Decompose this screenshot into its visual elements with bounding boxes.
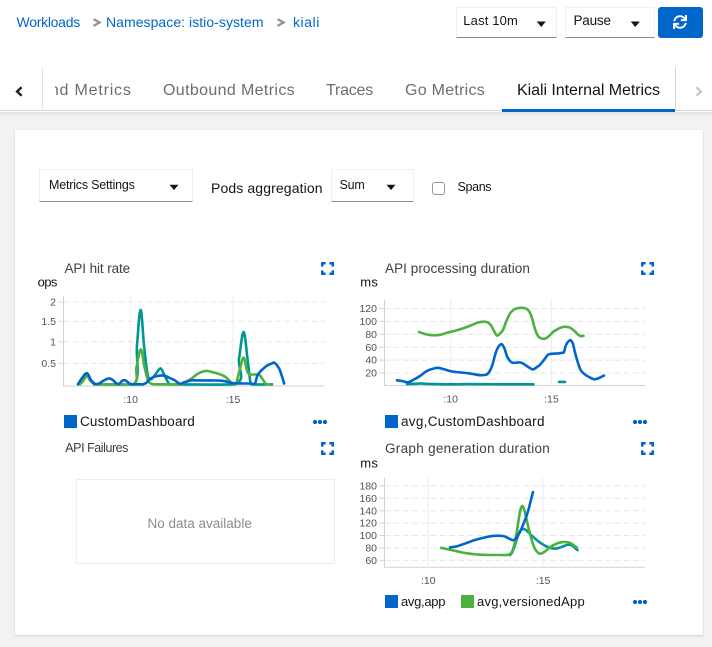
svg-text:0.5: 0.5 [41,358,56,370]
svg-text:ms: ms [360,276,378,290]
svg-text:40: 40 [365,355,377,367]
svg-text::10: :10 [443,394,458,406]
svg-text:ops: ops [38,276,58,290]
svg-text:120: 120 [359,303,377,315]
svg-text:100: 100 [359,316,377,328]
svg-text:60: 60 [365,342,377,354]
svg-text::10: :10 [421,575,436,587]
svg-text::15: :15 [536,575,551,587]
svg-text:1.5: 1.5 [41,316,56,328]
svg-text:2: 2 [50,297,56,309]
svg-text::15: :15 [544,394,559,406]
svg-text:100: 100 [359,530,377,542]
svg-text:80: 80 [365,543,377,555]
svg-text:120: 120 [359,518,377,530]
svg-text:1: 1 [50,337,56,349]
svg-text:180: 180 [359,481,377,493]
svg-text:60: 60 [365,555,377,567]
svg-text::10: :10 [123,394,138,406]
svg-text:140: 140 [359,505,377,517]
svg-text:20: 20 [365,368,377,380]
svg-text::15: :15 [226,394,241,406]
svg-text:160: 160 [359,493,377,505]
svg-text:ms: ms [360,456,378,471]
svg-text:80: 80 [365,329,377,341]
